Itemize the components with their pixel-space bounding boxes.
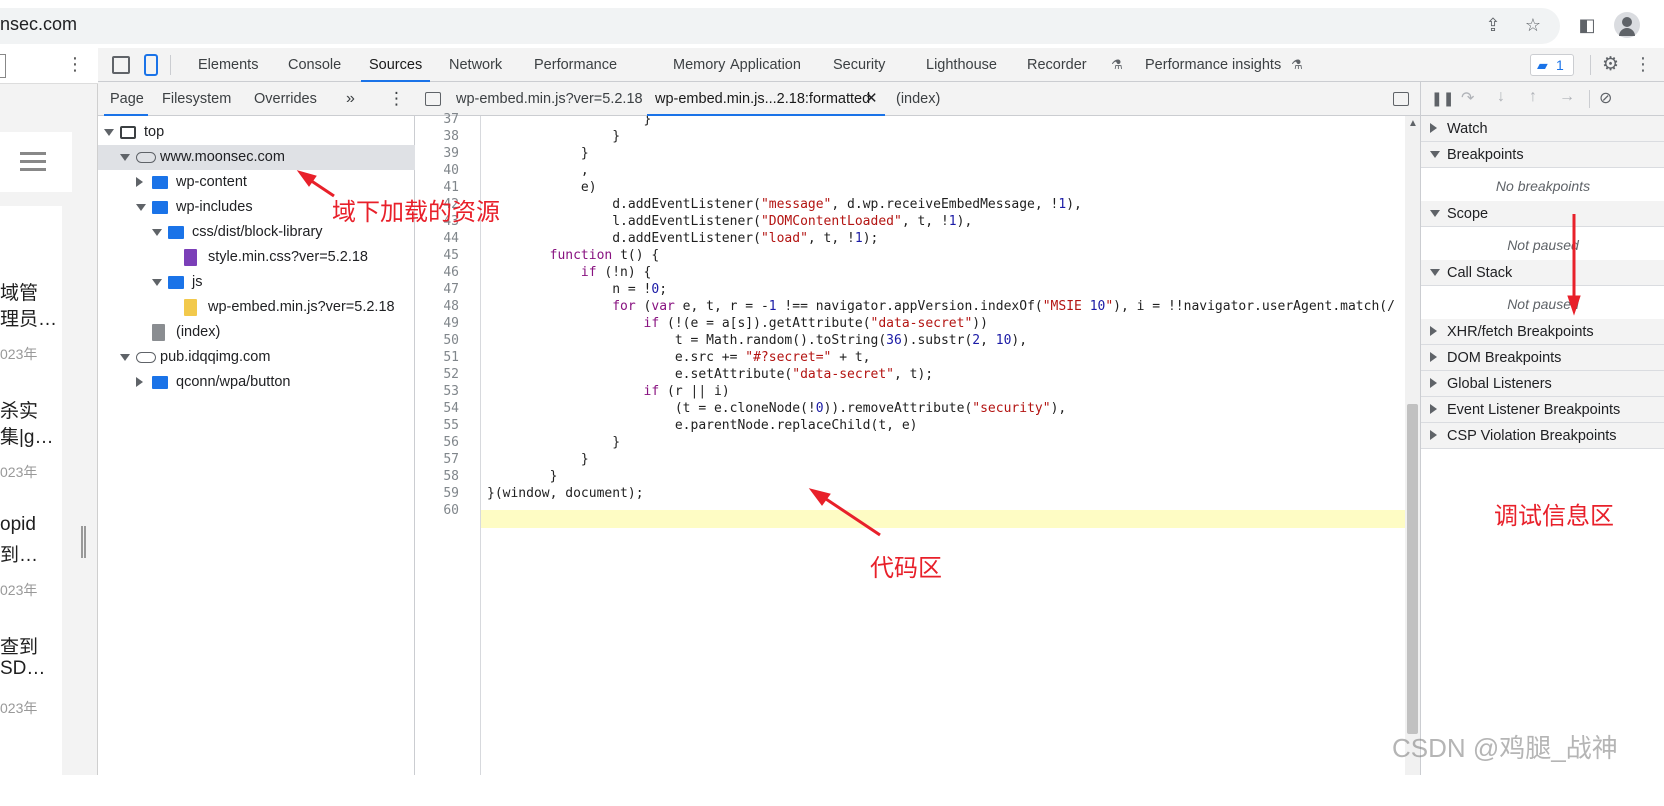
arrow-debug-head bbox=[1567, 295, 1581, 316]
annotation-resources: 域下加载的资源 bbox=[332, 199, 500, 226]
arrow-code-head bbox=[808, 488, 831, 506]
annotation-code-area: 代码区 bbox=[870, 555, 942, 582]
watermark: CSDN @鸡腿_战神 bbox=[1392, 733, 1618, 763]
annotation-debug-area: 调试信息区 bbox=[1494, 503, 1614, 530]
annotation-arrows bbox=[296, 170, 1581, 537]
